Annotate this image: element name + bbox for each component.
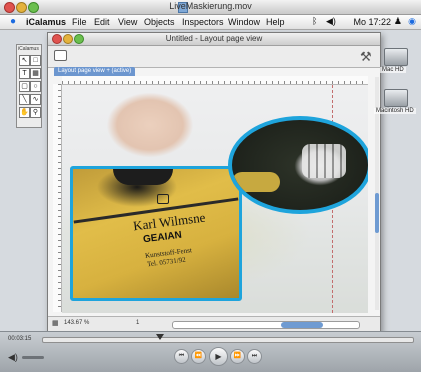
play-button[interactable]: ▶ <box>209 347 228 366</box>
hard-disk-2-icon[interactable] <box>384 89 408 107</box>
rewind-button[interactable]: ⏪ <box>191 349 206 364</box>
layout-canvas[interactable]: Karl Wilmsne GEAIAN Kunststoff-Fenst Tel… <box>62 85 368 313</box>
arrow-tool-icon[interactable]: ↖ <box>19 55 30 66</box>
line-tool-icon[interactable]: ╲ <box>19 94 30 105</box>
page-number[interactable]: 1 <box>136 320 139 326</box>
hand-tool-icon[interactable]: ✋ <box>19 107 30 118</box>
menubar-clock[interactable]: Mo 17:22 <box>353 17 391 27</box>
hard-disk-2-label[interactable]: Macintosh HD <box>374 108 416 114</box>
spotlight-icon[interactable]: ◉ <box>408 16 416 27</box>
volume-icon[interactable]: ◀) <box>8 352 18 363</box>
quicktime-titlebar: LiveMaskierung.mov <box>0 0 421 15</box>
timecode-readout: 00:03:15 <box>8 336 32 342</box>
arm-sleeve <box>232 172 280 192</box>
timeline-scrubber[interactable] <box>42 337 414 343</box>
tools-icon[interactable]: ⚒ <box>360 49 372 65</box>
vertical-scroll-thumb[interactable] <box>375 193 379 233</box>
quicktime-window-title: LiveMaskierung.mov <box>169 1 252 11</box>
menu-inspectors[interactable]: Inspectors <box>182 17 224 27</box>
fast-forward-button[interactable]: ⏩ <box>230 349 245 364</box>
user-icon[interactable]: ♟ <box>394 16 402 27</box>
document-titlebar: Untitled - Layout page view <box>48 33 380 46</box>
quicktime-window: LiveMaskierung.mov ● iCalamus File Edit … <box>0 0 421 372</box>
jersey-collar <box>113 169 173 185</box>
grid-icon[interactable]: ▦ <box>52 319 59 327</box>
tool-palette: iCalamus ↖ □ T ▦ ▢ ○ ╲ ∿ ✋ ⚲ <box>16 44 42 128</box>
hard-disk-icon[interactable] <box>384 48 408 66</box>
bluetooth-icon[interactable]: ᛒ <box>312 16 317 26</box>
text-tool-icon[interactable]: T <box>19 68 30 79</box>
masked-photo-frame[interactable]: Karl Wilmsne GEAIAN Kunststoff-Fenst Tel… <box>70 166 242 301</box>
ellipse-tool-icon[interactable]: ○ <box>30 81 41 92</box>
menu-file[interactable]: File <box>72 17 87 27</box>
raster-tool-icon[interactable]: ▦ <box>30 68 41 79</box>
frame-tool-icon[interactable]: □ <box>30 55 41 66</box>
tool-palette-title: iCalamus <box>18 46 39 52</box>
quicktime-controls: 00:03:15 ◀) ⏮ ⏪ ▶ ⏩ ⏭ <box>0 331 421 372</box>
menu-bar: ● iCalamus File Edit View Objects Inspec… <box>0 15 421 30</box>
tab-layout-page-view[interactable]: Layout page view + (active) <box>54 67 136 76</box>
menu-help[interactable]: Help <box>266 17 285 27</box>
document-window: Untitled - Layout page view ⚒ Layout pag… <box>47 32 381 333</box>
menu-objects[interactable]: Objects <box>144 17 175 27</box>
masked-glove-ellipse[interactable] <box>228 116 368 214</box>
zoom-level[interactable]: 143.67 % <box>64 320 89 326</box>
skip-forward-button[interactable]: ⏭ <box>247 349 262 364</box>
skip-back-button[interactable]: ⏮ <box>174 349 189 364</box>
menu-window[interactable]: Window <box>228 17 260 27</box>
apple-menu-icon[interactable]: ● <box>10 16 16 27</box>
jersey-logo <box>157 194 169 204</box>
document-status-bar: ▦ 143.67 % 1 <box>48 316 380 332</box>
volume-menu-icon[interactable]: ◀) <box>326 16 336 27</box>
hard-disk-label[interactable]: Mac HD <box>380 67 406 73</box>
horizontal-scrollbar[interactable] <box>172 321 360 329</box>
horizontal-scroll-thumb[interactable] <box>281 322 323 328</box>
volume-slider[interactable] <box>22 356 44 359</box>
menu-view[interactable]: View <box>118 17 137 27</box>
zoom-tool-icon[interactable]: ⚲ <box>30 107 41 118</box>
rectangle-tool-icon[interactable]: ▢ <box>19 81 30 92</box>
document-title: Untitled - Layout page view <box>165 34 263 43</box>
menu-edit[interactable]: Edit <box>94 17 110 27</box>
playhead[interactable] <box>156 334 164 340</box>
print-icon[interactable] <box>54 50 67 61</box>
glove-image <box>302 144 346 178</box>
menu-app[interactable]: iCalamus <box>26 17 66 27</box>
vertical-ruler[interactable] <box>53 84 62 312</box>
document-toolbar: ⚒ <box>48 46 380 68</box>
bezier-tool-icon[interactable]: ∿ <box>30 94 41 105</box>
horizontal-ruler[interactable] <box>62 76 368 85</box>
